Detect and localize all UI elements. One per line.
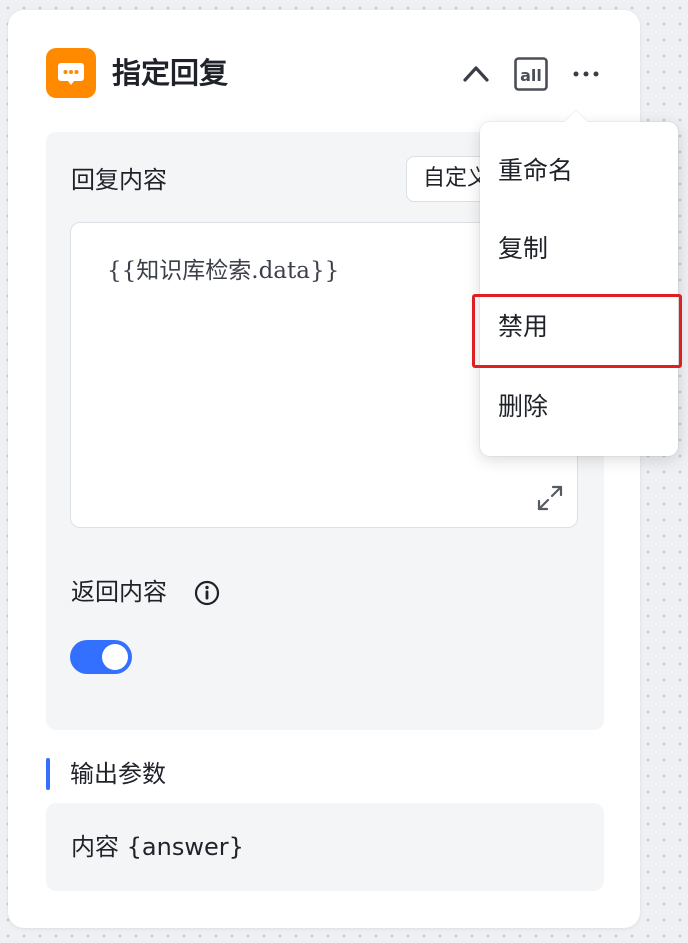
- output-params-list: 内容 {answer}: [46, 803, 604, 891]
- node-header: 指定回复 all: [46, 48, 640, 102]
- toggle-knob: [102, 644, 128, 670]
- node-title: 指定回复: [112, 56, 229, 90]
- reply-content-text: {{知识库检索.data}}: [107, 258, 340, 284]
- chat-bubble-icon: [46, 48, 96, 98]
- info-icon[interactable]: [194, 580, 220, 606]
- batch-all-icon: all: [514, 57, 548, 91]
- menu-item-rename[interactable]: 重命名: [480, 136, 678, 206]
- more-dots-icon: [573, 71, 599, 77]
- output-params-title: 输出参数: [70, 760, 166, 788]
- return-content-label: 返回内容: [71, 578, 167, 606]
- batch-all-button[interactable]: all: [513, 56, 549, 92]
- chevron-up-icon: [463, 66, 489, 82]
- return-content-toggle[interactable]: [70, 640, 132, 674]
- reply-content-label: 回复内容: [71, 166, 167, 194]
- output-param-item: 内容 {answer}: [71, 833, 244, 861]
- expand-icon[interactable]: [535, 483, 565, 513]
- menu-item-copy[interactable]: 复制: [480, 214, 678, 284]
- batch-label: all: [520, 66, 542, 85]
- collapse-button[interactable]: [458, 56, 494, 92]
- more-button[interactable]: [568, 56, 604, 92]
- menu-item-delete[interactable]: 删除: [480, 372, 678, 442]
- highlight-annotation-box: [472, 294, 682, 368]
- more-actions-menu: 重命名 复制 禁用 删除: [480, 110, 678, 456]
- output-accent-bar: [46, 758, 50, 790]
